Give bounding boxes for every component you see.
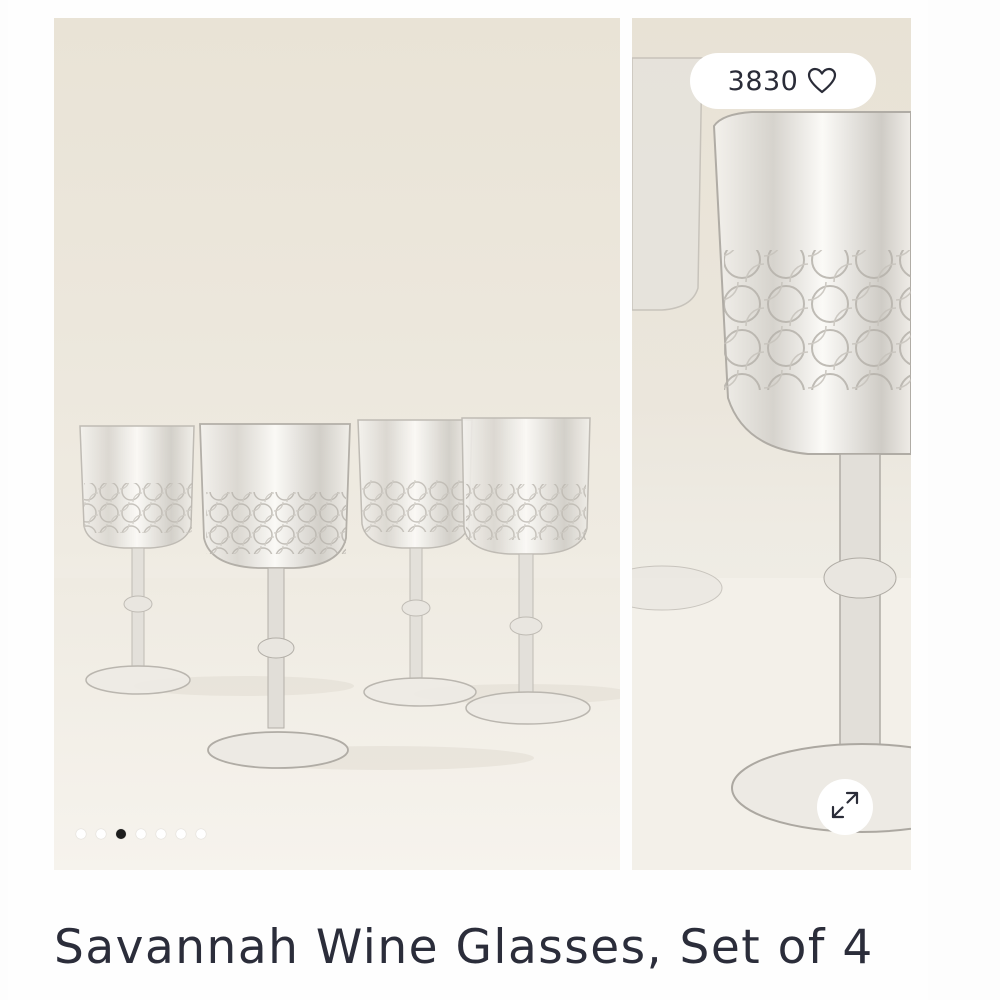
favorite-count: 3830 xyxy=(727,65,799,97)
product-image-main[interactable] xyxy=(54,18,620,870)
carousel-dot-3[interactable] xyxy=(116,829,126,839)
carousel-dot-7[interactable] xyxy=(196,829,206,839)
carousel-dot-4[interactable] xyxy=(136,829,146,839)
expand-image-button[interactable] xyxy=(817,779,873,835)
favorite-button[interactable]: 3830 xyxy=(690,53,876,109)
carousel-dot-5[interactable] xyxy=(156,829,166,839)
heart-outline-icon xyxy=(806,65,838,97)
carousel-dots xyxy=(76,829,206,839)
wine-glasses-photo xyxy=(54,417,620,870)
expand-arrows-icon xyxy=(828,788,862,826)
carousel-dot-6[interactable] xyxy=(176,829,186,839)
carousel-dot-1[interactable] xyxy=(76,829,86,839)
carousel-dot-2[interactable] xyxy=(96,829,106,839)
product-title: Savannah Wine Glasses, Set of 4 xyxy=(54,920,874,975)
wine-glass-closeup-photo xyxy=(632,57,911,870)
product-image-secondary[interactable] xyxy=(632,18,911,870)
